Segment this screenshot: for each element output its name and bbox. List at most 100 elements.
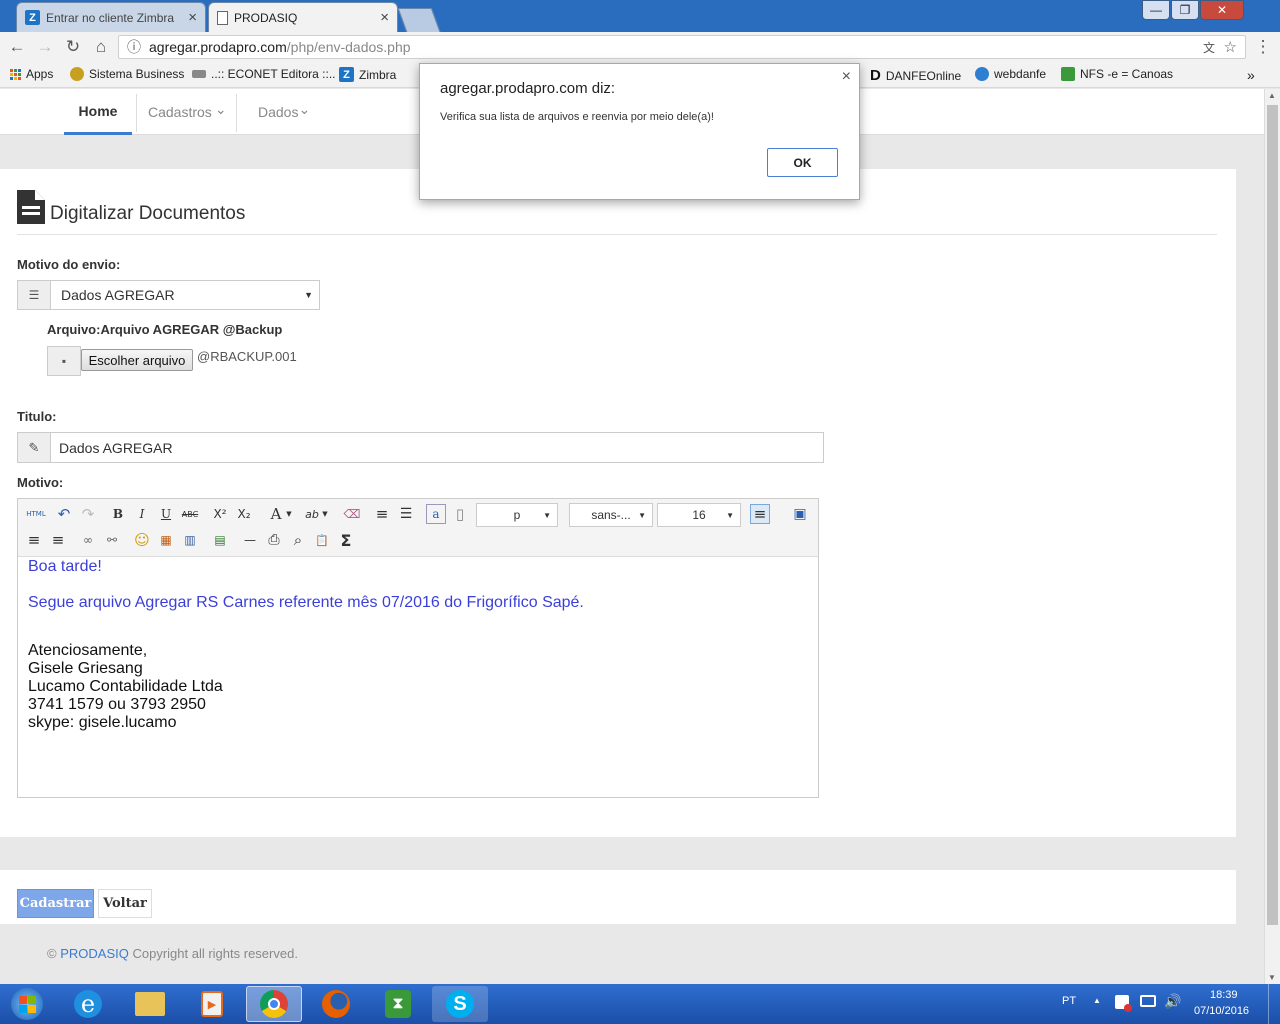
nav-cadastros[interactable]: Cadastros ⌄ bbox=[148, 89, 227, 135]
print-icon[interactable]: ⎙ bbox=[264, 530, 284, 550]
network-icon[interactable] bbox=[1140, 995, 1156, 1007]
info-icon[interactable]: ⓘ bbox=[127, 37, 141, 57]
bookmark-star-icon[interactable]: ☆ bbox=[1224, 38, 1237, 56]
caret-down-icon[interactable]: ▼ bbox=[284, 504, 294, 524]
action-center-icon[interactable] bbox=[1115, 995, 1132, 1012]
bold-icon[interactable]: B bbox=[108, 504, 128, 524]
language-indicator[interactable]: PT bbox=[1062, 995, 1076, 1007]
close-window-button[interactable]: ✕ bbox=[1200, 0, 1244, 20]
danfe-icon: D bbox=[870, 67, 881, 84]
nav-dados[interactable]: Dados ⌄ bbox=[258, 89, 310, 135]
link-icon[interactable]: ∞ bbox=[78, 530, 98, 550]
scroll-up-icon[interactable]: ▲ bbox=[1268, 91, 1276, 100]
tab-prodasiq[interactable]: PRODASIQ × bbox=[208, 2, 398, 32]
font-family-select[interactable]: sans-... ▼ bbox=[569, 503, 653, 527]
bookmark-danfeonline[interactable]: D DANFEOnline bbox=[870, 67, 961, 84]
italic-icon[interactable]: I bbox=[132, 504, 152, 524]
forward-icon[interactable]: → bbox=[34, 36, 56, 58]
sigma-icon[interactable]: Σ bbox=[336, 530, 356, 550]
start-button[interactable] bbox=[4, 986, 50, 1022]
chrome-menu-icon[interactable]: ⋮ bbox=[1252, 36, 1274, 58]
chevron-down-icon: ⌄ bbox=[214, 100, 227, 117]
emoji-icon[interactable]: ☺ bbox=[132, 530, 152, 550]
bookmark-nfs-canoas[interactable]: NFS -e = Canoas bbox=[1061, 67, 1173, 81]
cadastrar-button[interactable]: Cadastrar bbox=[17, 889, 94, 918]
hourglass-app-taskbar[interactable]: ⧗ bbox=[370, 986, 426, 1022]
tray-expand-icon[interactable]: ▲ bbox=[1093, 996, 1101, 1005]
eraser-icon[interactable]: ⌫ bbox=[342, 504, 362, 524]
unlink-icon[interactable]: ⚯ bbox=[102, 530, 122, 550]
dialog-ok-button[interactable]: OK bbox=[767, 148, 838, 177]
image-icon[interactable]: ▦ bbox=[156, 530, 176, 550]
search-icon[interactable]: ⌕ bbox=[288, 530, 308, 550]
show-desktop-button[interactable] bbox=[1268, 984, 1280, 1024]
underline-icon[interactable]: U bbox=[156, 504, 176, 524]
titulo-input[interactable]: Dados AGREGAR bbox=[50, 432, 824, 463]
choose-file-button[interactable]: Escolher arquivo bbox=[81, 349, 193, 371]
chrome-taskbar[interactable] bbox=[246, 986, 302, 1022]
blank-page-icon[interactable]: ▯ bbox=[450, 504, 470, 524]
table-icon[interactable]: ▤ bbox=[210, 530, 230, 550]
preview-icon[interactable]: ▣ bbox=[790, 504, 810, 524]
superscript-icon[interactable]: X² bbox=[210, 504, 230, 524]
undo-icon[interactable]: ↶ bbox=[54, 504, 74, 524]
home-icon[interactable]: ⌂ bbox=[90, 36, 112, 58]
translate-icon[interactable]: 文 bbox=[1203, 39, 1215, 56]
bookmark-econet[interactable]: ..:: ECONET Editora ::.. bbox=[192, 67, 346, 81]
selected-file-name: @RBACKUP.001 bbox=[197, 349, 297, 364]
redo-icon[interactable]: ↷ bbox=[78, 504, 98, 524]
font-color-icon[interactable]: A bbox=[266, 504, 286, 524]
strikethrough-icon[interactable]: ABC bbox=[180, 504, 200, 524]
page-scrollbar[interactable]: ▲ ▼ bbox=[1264, 89, 1280, 984]
editor-line-phone: 3741 1579 ou 3793 2950 bbox=[28, 696, 206, 713]
file-explorer-taskbar[interactable] bbox=[122, 986, 178, 1022]
highlight-icon[interactable]: ab bbox=[302, 504, 322, 524]
tab-zimbra[interactable]: Z Entrar no cliente Zimbra × bbox=[16, 2, 206, 32]
clock-date[interactable]: 07/10/2016 bbox=[1194, 1005, 1249, 1017]
video-icon[interactable]: ▥ bbox=[180, 530, 200, 550]
bookmark-apps[interactable]: Apps bbox=[10, 67, 53, 81]
footer-brand-link[interactable]: PRODASIQ bbox=[60, 946, 129, 961]
bookmark-sistema-business[interactable]: Sistema Business bbox=[70, 67, 184, 81]
clock-time[interactable]: 18:39 bbox=[1210, 989, 1238, 1001]
caret-down-icon[interactable]: ▼ bbox=[320, 504, 330, 524]
subscript-icon[interactable]: X₂ bbox=[234, 504, 254, 524]
back-icon[interactable]: ← bbox=[6, 36, 28, 58]
actions-bar bbox=[0, 870, 1236, 924]
block-format-select[interactable]: p ▼ bbox=[476, 503, 558, 527]
align-left-icon[interactable]: ≡ bbox=[750, 504, 770, 524]
volume-icon[interactable]: 🔊 bbox=[1164, 993, 1181, 1010]
reload-icon[interactable]: ↻ bbox=[62, 36, 84, 58]
html-source-icon[interactable]: HTML bbox=[24, 504, 48, 524]
paste-icon[interactable]: 📋 bbox=[312, 530, 332, 550]
voltar-button[interactable]: Voltar bbox=[98, 889, 152, 918]
skype-taskbar[interactable]: S bbox=[432, 986, 488, 1022]
minimize-button[interactable]: — bbox=[1142, 0, 1170, 20]
tab-close-icon[interactable]: × bbox=[380, 9, 389, 26]
ordered-list-icon[interactable]: ≡ bbox=[372, 504, 392, 524]
scroll-thumb[interactable] bbox=[1267, 105, 1278, 925]
folder-icon bbox=[135, 992, 165, 1016]
font-size-select[interactable]: 16 ▼ bbox=[657, 503, 741, 527]
media-player-taskbar[interactable]: ▶ bbox=[184, 986, 240, 1022]
bookmarks-more-icon[interactable]: » bbox=[1247, 67, 1255, 83]
horizontal-rule-icon[interactable]: — bbox=[240, 530, 260, 550]
internet-explorer-taskbar[interactable]: e bbox=[60, 986, 116, 1022]
editor-line-signoff: Atenciosamente, bbox=[28, 642, 148, 659]
bookmark-webdanfe[interactable]: webdanfe bbox=[975, 67, 1046, 81]
unordered-list-icon[interactable]: ☰ bbox=[396, 504, 416, 524]
restore-button[interactable]: ❐ bbox=[1171, 0, 1199, 20]
align-center-icon[interactable]: ≡ bbox=[24, 530, 44, 550]
bookmark-zimbra[interactable]: Z Zimbra bbox=[339, 67, 396, 82]
skype-icon: S bbox=[446, 990, 474, 1018]
tab-close-icon[interactable]: × bbox=[188, 9, 197, 26]
dialog-close-icon[interactable]: × bbox=[842, 68, 851, 86]
align-right-icon[interactable]: ≡ bbox=[48, 530, 68, 550]
nav-home[interactable]: Home bbox=[64, 89, 132, 135]
spellcheck-icon[interactable]: a bbox=[426, 504, 446, 524]
scroll-down-icon[interactable]: ▼ bbox=[1268, 973, 1276, 982]
firefox-taskbar[interactable] bbox=[308, 986, 364, 1022]
address-bar[interactable]: ⓘ agregar.prodapro.com /php/env-dados.ph… bbox=[118, 35, 1246, 59]
motivo-envio-select[interactable]: Dados AGREGAR ▼ bbox=[50, 280, 320, 310]
bookmark-label: Sistema Business bbox=[89, 67, 185, 81]
